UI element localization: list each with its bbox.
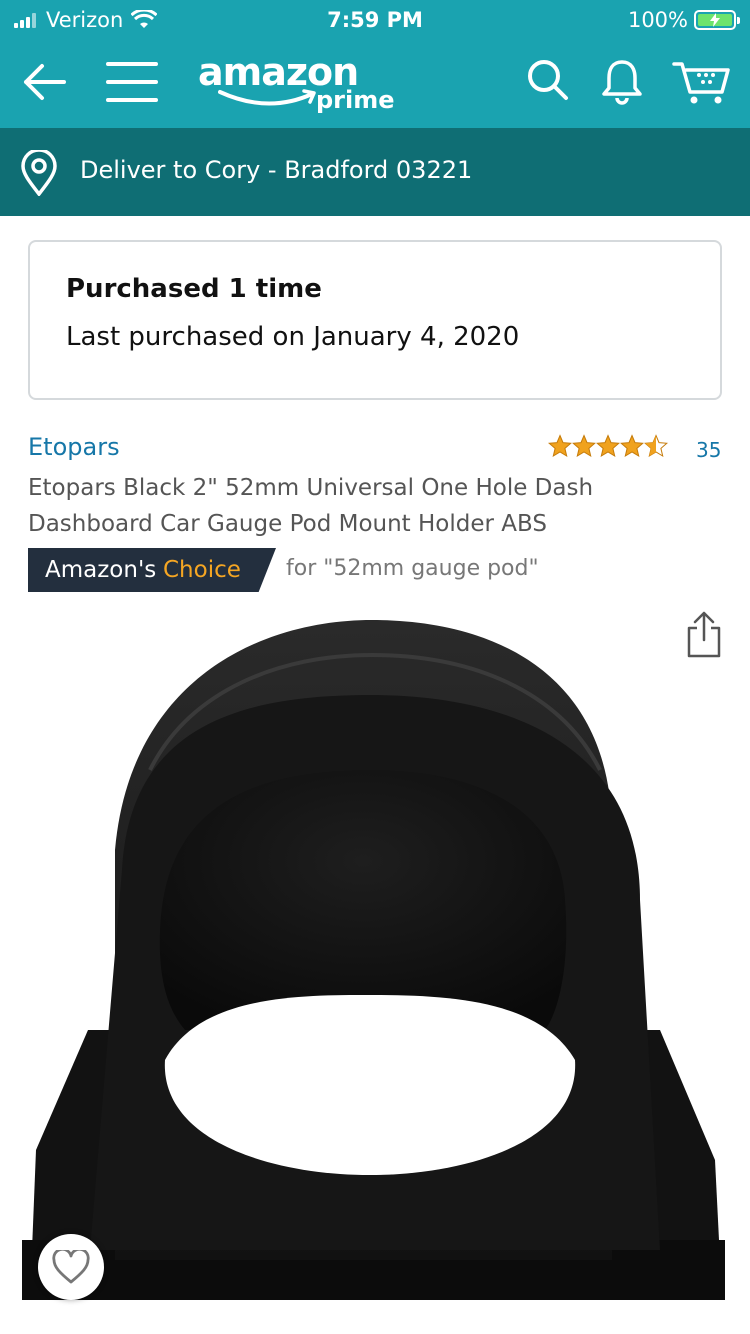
purchase-count: Purchased 1 time <box>66 274 322 304</box>
amazon-prime-logo[interactable]: amazon prime <box>198 48 408 118</box>
star-full-icon <box>572 434 596 458</box>
logo-smile <box>218 89 316 106</box>
badge-choice: Choice <box>163 557 241 583</box>
rating-stars[interactable] <box>548 434 668 458</box>
search-icon[interactable] <box>526 58 570 102</box>
top-nav-header: amazon prime <box>0 40 750 128</box>
badge-keyword: for "52mm gauge pod" <box>286 556 539 581</box>
share-icon[interactable] <box>686 610 722 658</box>
deliver-address: Deliver to Cory - Bradford 03221 <box>80 156 473 184</box>
product-image[interactable] <box>0 600 750 1334</box>
cart-icon[interactable] <box>672 58 732 106</box>
deliver-to-bar[interactable]: Deliver to Cory - Bradford 03221 <box>0 128 750 216</box>
status-bar: Verizon 7:59 PM 100% <box>0 0 750 40</box>
logo-prime: prime <box>316 86 395 114</box>
star-half-icon <box>644 434 668 458</box>
last-purchase-date: Last purchased on January 4, 2020 <box>66 322 520 352</box>
brand-link[interactable]: Etopars <box>28 433 120 461</box>
amazons-choice-badge: Amazon's Choice <box>28 548 276 592</box>
battery-percent: 100% <box>627 8 688 32</box>
battery-icon <box>694 10 740 30</box>
location-pin-icon <box>21 150 57 196</box>
star-full-icon <box>548 434 572 458</box>
star-full-icon <box>620 434 644 458</box>
add-to-wishlist-button[interactable] <box>38 1234 104 1300</box>
purchase-history-box[interactable]: Purchased 1 time Last purchased on Janua… <box>28 240 722 400</box>
back-arrow-icon[interactable] <box>20 58 68 106</box>
rating-count-link[interactable]: 35 <box>696 438 721 462</box>
star-full-icon <box>596 434 620 458</box>
badge-prefix: Amazon's <box>45 557 157 583</box>
product-title: Etopars Black 2" 52mm Universal One Hole… <box>28 475 594 537</box>
heart-icon <box>52 1250 90 1284</box>
bell-icon[interactable] <box>600 58 644 106</box>
menu-icon[interactable] <box>106 58 158 106</box>
status-right: 100% <box>627 8 740 32</box>
